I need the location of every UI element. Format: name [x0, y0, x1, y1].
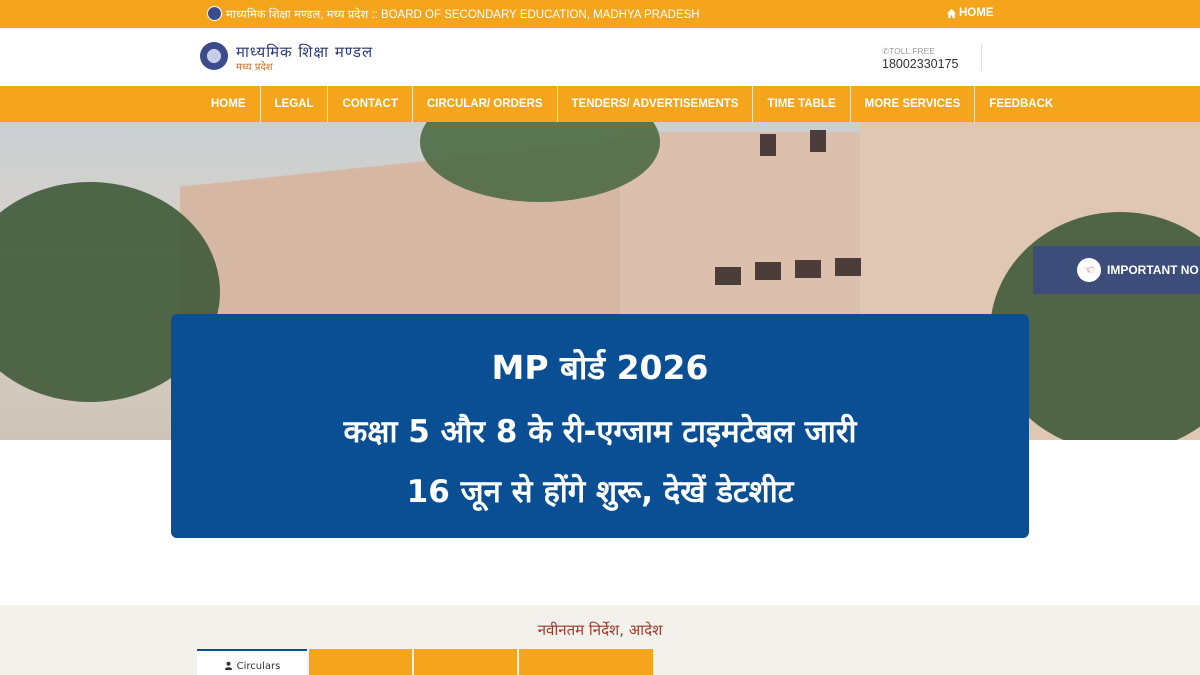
brand-subtitle: मध्य प्रदेश	[236, 62, 273, 73]
headline-line-3: 16 जून से होंगे शुरू, देखें डेटशीट	[406, 474, 794, 510]
nav-tenders[interactable]: TENDERS/ ADVERTISEMENTS	[558, 86, 754, 122]
header-divider	[981, 44, 982, 70]
top-strip: माध्यमिक शिक्षा मण्डल, मध्य प्रदेश :: BO…	[0, 0, 1200, 28]
site-header: माध्यमिक शिक्षा मण्डल मध्य प्रदेश ✆TOLL …	[0, 28, 1200, 86]
important-notice-label: IMPORTANT NO	[1107, 263, 1199, 277]
headline-line-2: कक्षा 5 और 8 के री-एग्जाम टाइमटेबल जारी	[343, 414, 857, 450]
tab-circulars[interactable]: Circulars	[197, 649, 307, 675]
nav-contact[interactable]: CONTACT	[328, 86, 413, 122]
board-title: माध्यमिक शिक्षा मण्डल, मध्य प्रदेश :: BO…	[226, 9, 700, 21]
nav-circular-orders[interactable]: CIRCULAR/ ORDERS	[413, 86, 558, 122]
home-icon	[946, 8, 957, 18]
main-nav: HOME LEGAL CONTACT CIRCULAR/ ORDERS TEND…	[0, 86, 1200, 122]
tab-2[interactable]	[309, 649, 412, 675]
tab-4[interactable]	[519, 649, 653, 675]
nav-time-table[interactable]: TIME TABLE	[753, 86, 851, 122]
window	[715, 267, 741, 285]
nav-more-services[interactable]: MORE SERVICES	[851, 86, 976, 122]
tollfree-label: ✆TOLL FREE	[882, 46, 935, 56]
nav-legal[interactable]: LEGAL	[261, 86, 329, 122]
board-logo[interactable]	[200, 42, 228, 70]
headline-line-1: MP बोर्ड 2026	[491, 348, 709, 387]
board-seal-icon	[207, 6, 222, 21]
home-label: HOME	[959, 7, 994, 19]
latest-directions-section: नवीनतम निर्देश, आदेश Circulars	[0, 605, 1200, 675]
section-tabs: Circulars	[197, 649, 653, 675]
window	[810, 130, 826, 152]
window	[795, 260, 821, 278]
tab-circulars-label: Circulars	[236, 661, 281, 672]
news-headline-card: MP बोर्ड 2026 कक्षा 5 और 8 के री-एग्जाम …	[171, 314, 1029, 538]
window	[760, 134, 776, 156]
home-link[interactable]: HOME	[946, 7, 994, 19]
section-title: नवीनतम निर्देश, आदेश	[537, 621, 663, 639]
important-notice-tab[interactable]: ☜ IMPORTANT NO	[1033, 246, 1200, 294]
window	[755, 262, 781, 280]
tollfree-number[interactable]: 18002330175	[882, 57, 958, 71]
nav-home[interactable]: HOME	[197, 86, 261, 122]
window	[835, 258, 861, 276]
tab-3[interactable]	[414, 649, 517, 675]
hand-pointing-icon: ☜	[1077, 258, 1101, 282]
user-icon	[224, 661, 232, 670]
nav-feedback[interactable]: FEEDBACK	[975, 86, 1067, 122]
